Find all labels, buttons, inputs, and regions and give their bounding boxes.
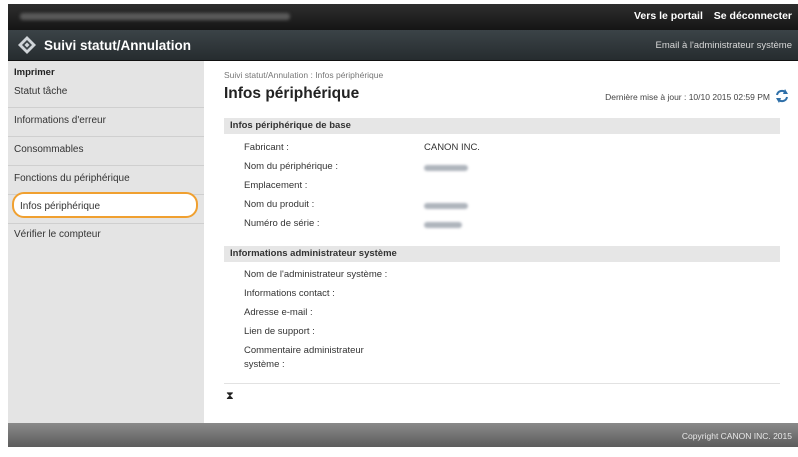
go-top-icon[interactable]: ⧗	[226, 390, 234, 403]
field-label-admin-comment-cont: système :	[244, 359, 285, 370]
breadcrumb: Suivi statut/Annulation : Infos périphér…	[224, 70, 384, 80]
sidebar-category: Imprimer	[14, 67, 55, 78]
sidebar-divider	[8, 136, 204, 137]
sidebar-divider	[8, 107, 204, 108]
redacted-device-name	[20, 13, 290, 20]
page-title: Infos périphérique	[224, 85, 360, 102]
field-label-support-link: Lien de support :	[244, 326, 315, 337]
section-basic-info-header: Infos périphérique de base	[224, 118, 780, 134]
redacted-serial-number-value	[424, 222, 462, 228]
sidebar-item-device-info[interactable]: Infos périphérique	[12, 192, 198, 218]
diamond-logo-icon	[18, 36, 36, 54]
logout-link[interactable]: Se déconnecter	[714, 10, 792, 22]
sidebar-divider	[8, 165, 204, 166]
top-links: Vers le portail Se déconnecter	[626, 10, 792, 22]
field-label-product-name: Nom du produit :	[244, 199, 315, 210]
app-title: Suivi statut/Annulation	[44, 38, 191, 53]
field-label-email-address: Adresse e-mail :	[244, 307, 313, 318]
footer: Copyright CANON INC. 2015	[8, 423, 798, 447]
field-value-manufacturer: CANON INC.	[424, 142, 480, 153]
sidebar-item-job-status[interactable]: Statut tâche	[14, 86, 67, 97]
field-label-admin-name: Nom de l'administrateur système :	[244, 269, 388, 280]
sidebar-item-device-functions[interactable]: Fonctions du périphérique	[14, 173, 130, 184]
copyright-text: Copyright CANON INC. 2015	[681, 431, 792, 441]
field-label-location: Emplacement :	[244, 180, 308, 191]
header-bar: Suivi statut/Annulation Email à l'admini…	[8, 30, 798, 61]
field-label-contact-info: Informations contact :	[244, 288, 335, 299]
refresh-icon[interactable]	[774, 88, 790, 104]
sidebar-item-consumables[interactable]: Consommables	[14, 144, 83, 155]
field-label-device-name: Nom du périphérique :	[244, 161, 338, 172]
sidebar-item-check-counter[interactable]: Vérifier le compteur	[14, 229, 101, 240]
main-content: Suivi statut/Annulation : Infos périphér…	[204, 61, 798, 423]
top-bar: Vers le portail Se déconnecter	[8, 4, 798, 30]
last-updated-text: Dernière mise à jour : 10/10 2015 02:59 …	[605, 92, 770, 102]
field-label-serial-number: Numéro de série :	[244, 218, 320, 229]
email-admin-link[interactable]: Email à l'administrateur système	[656, 40, 792, 51]
sidebar-divider	[8, 223, 204, 224]
redacted-device-name-value	[424, 165, 468, 171]
field-label-admin-comment: Commentaire administrateur	[244, 345, 364, 356]
redacted-product-name-value	[424, 203, 468, 209]
content-divider	[224, 383, 780, 384]
field-label-manufacturer: Fabricant :	[244, 142, 289, 153]
sidebar-item-error-info[interactable]: Informations d'erreur	[14, 115, 106, 126]
sidebar: Imprimer Statut tâche Informations d'err…	[8, 61, 204, 423]
portal-link[interactable]: Vers le portail	[634, 10, 703, 22]
section-admin-info-header: Informations administrateur système	[224, 246, 780, 262]
